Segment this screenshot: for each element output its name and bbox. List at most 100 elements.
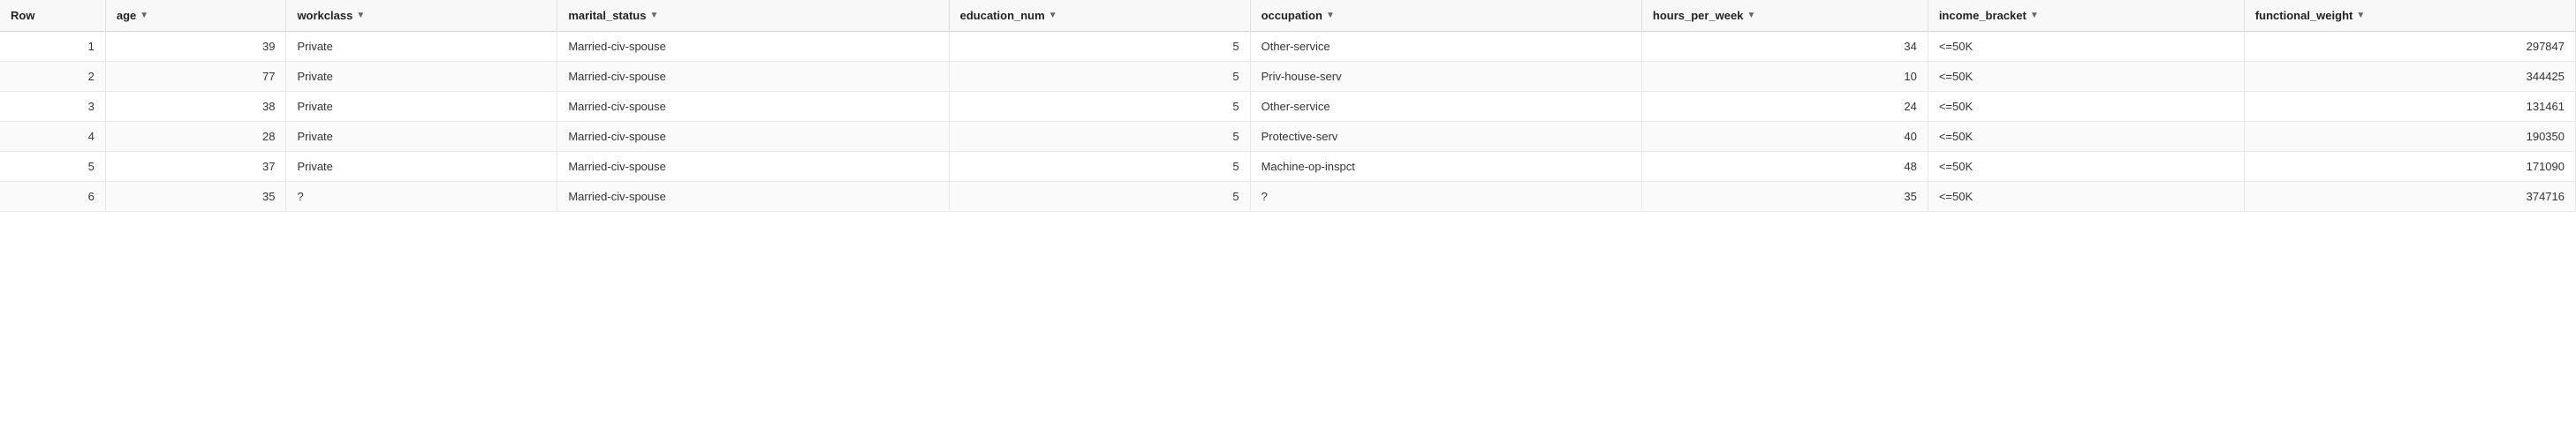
cell-marital_status: Married-civ-spouse bbox=[557, 122, 949, 152]
col-label-hours_per_week: hours_per_week bbox=[1653, 9, 1744, 22]
sort-icon-income_bracket[interactable]: ▼ bbox=[2030, 11, 2039, 20]
resize-handle-education_num[interactable] bbox=[1246, 0, 1250, 31]
col-header-age[interactable]: age ▼ bbox=[105, 0, 286, 32]
cell-occupation: Other-service bbox=[1250, 92, 1641, 122]
resize-handle-occupation[interactable] bbox=[1638, 0, 1641, 31]
cell-workclass: Private bbox=[286, 92, 557, 122]
cell-row: 2 bbox=[0, 62, 105, 92]
cell-income_bracket: <=50K bbox=[1928, 92, 2244, 122]
cell-row: 4 bbox=[0, 122, 105, 152]
sort-icon-education_num[interactable]: ▼ bbox=[1049, 11, 1057, 20]
table-row: 537PrivateMarried-civ-spouse5Machine-op-… bbox=[0, 152, 2576, 182]
cell-functional_weight: 344425 bbox=[2244, 62, 2575, 92]
col-header-marital_status[interactable]: marital_status▼ bbox=[557, 0, 949, 32]
cell-income_bracket: <=50K bbox=[1928, 152, 2244, 182]
cell-income_bracket: <=50K bbox=[1928, 122, 2244, 152]
col-label-education_num: education_num bbox=[960, 9, 1045, 22]
cell-income_bracket: <=50K bbox=[1928, 32, 2244, 62]
cell-workclass: Private bbox=[286, 152, 557, 182]
col-header-education_num[interactable]: education_num ▼ bbox=[949, 0, 1250, 32]
col-label-age: age bbox=[117, 9, 136, 22]
table-row: 428PrivateMarried-civ-spouse5Protective-… bbox=[0, 122, 2576, 152]
col-header-workclass[interactable]: workclass ▼ bbox=[286, 0, 557, 32]
cell-workclass: Private bbox=[286, 62, 557, 92]
sort-icon-marital_status[interactable]: ▼ bbox=[649, 11, 658, 20]
table-body: 139PrivateMarried-civ-spouse5Other-servi… bbox=[0, 32, 2576, 212]
cell-age: 77 bbox=[105, 62, 286, 92]
cell-income_bracket: <=50K bbox=[1928, 182, 2244, 212]
sort-icon-functional_weight[interactable]: ▼ bbox=[2356, 11, 2365, 20]
col-label-marital_status: marital_status bbox=[568, 9, 646, 22]
cell-marital_status: Married-civ-spouse bbox=[557, 62, 949, 92]
cell-education_num: 5 bbox=[949, 122, 1250, 152]
resize-handle-functional_weight[interactable] bbox=[2572, 0, 2575, 31]
cell-hours_per_week: 40 bbox=[1641, 122, 1928, 152]
cell-workclass: ? bbox=[286, 182, 557, 212]
table-row: 277PrivateMarried-civ-spouse5Priv-house-… bbox=[0, 62, 2576, 92]
cell-functional_weight: 171090 bbox=[2244, 152, 2575, 182]
col-header-functional_weight[interactable]: functional_weight▼ bbox=[2244, 0, 2575, 32]
cell-age: 39 bbox=[105, 32, 286, 62]
cell-education_num: 5 bbox=[949, 182, 1250, 212]
cell-marital_status: Married-civ-spouse bbox=[557, 182, 949, 212]
sort-icon-age[interactable]: ▼ bbox=[140, 11, 148, 20]
col-label-income_bracket: income_bracket bbox=[1939, 9, 2027, 22]
col-header-occupation[interactable]: occupation ▼ bbox=[1250, 0, 1641, 32]
cell-row: 6 bbox=[0, 182, 105, 212]
sort-icon-workclass[interactable]: ▼ bbox=[356, 11, 365, 20]
cell-education_num: 5 bbox=[949, 62, 1250, 92]
cell-workclass: Private bbox=[286, 32, 557, 62]
cell-occupation: Other-service bbox=[1250, 32, 1641, 62]
cell-age: 38 bbox=[105, 92, 286, 122]
col-header-hours_per_week[interactable]: hours_per_week▼ bbox=[1641, 0, 1928, 32]
col-label-workclass: workclass bbox=[297, 9, 352, 22]
resize-handle-hours_per_week[interactable] bbox=[1924, 0, 1928, 31]
main-table: Rowage▼workclass▼marital_status▼educatio… bbox=[0, 0, 2576, 212]
table-header: Rowage▼workclass▼marital_status▼educatio… bbox=[0, 0, 2576, 32]
resize-handle-marital_status[interactable] bbox=[945, 0, 949, 31]
table-row: 635?Married-civ-spouse5?35<=50K374716 bbox=[0, 182, 2576, 212]
col-header-income_bracket[interactable]: income_bracket▼ bbox=[1928, 0, 2244, 32]
table-row: 139PrivateMarried-civ-spouse5Other-servi… bbox=[0, 32, 2576, 62]
cell-functional_weight: 297847 bbox=[2244, 32, 2575, 62]
cell-hours_per_week: 10 bbox=[1641, 62, 1928, 92]
cell-education_num: 5 bbox=[949, 92, 1250, 122]
cell-occupation: Priv-house-serv bbox=[1250, 62, 1641, 92]
table-row: 338PrivateMarried-civ-spouse5Other-servi… bbox=[0, 92, 2576, 122]
cell-marital_status: Married-civ-spouse bbox=[557, 32, 949, 62]
cell-hours_per_week: 34 bbox=[1641, 32, 1928, 62]
cell-education_num: 5 bbox=[949, 152, 1250, 182]
resize-handle-age[interactable] bbox=[282, 0, 285, 31]
cell-hours_per_week: 24 bbox=[1641, 92, 1928, 122]
col-label-row: Row bbox=[11, 9, 34, 22]
cell-age: 35 bbox=[105, 182, 286, 212]
cell-education_num: 5 bbox=[949, 32, 1250, 62]
cell-workclass: Private bbox=[286, 122, 557, 152]
cell-income_bracket: <=50K bbox=[1928, 62, 2244, 92]
cell-functional_weight: 131461 bbox=[2244, 92, 2575, 122]
cell-age: 28 bbox=[105, 122, 286, 152]
col-label-functional_weight: functional_weight bbox=[2255, 9, 2353, 22]
cell-age: 37 bbox=[105, 152, 286, 182]
cell-row: 5 bbox=[0, 152, 105, 182]
cell-row: 3 bbox=[0, 92, 105, 122]
resize-handle-row[interactable] bbox=[102, 0, 105, 31]
cell-functional_weight: 190350 bbox=[2244, 122, 2575, 152]
sort-icon-occupation[interactable]: ▼ bbox=[1326, 11, 1335, 20]
cell-occupation: Protective-serv bbox=[1250, 122, 1641, 152]
header-row: Rowage▼workclass▼marital_status▼educatio… bbox=[0, 0, 2576, 32]
cell-occupation: ? bbox=[1250, 182, 1641, 212]
cell-marital_status: Married-civ-spouse bbox=[557, 92, 949, 122]
cell-marital_status: Married-civ-spouse bbox=[557, 152, 949, 182]
cell-hours_per_week: 35 bbox=[1641, 182, 1928, 212]
resize-handle-income_bracket[interactable] bbox=[2240, 0, 2244, 31]
cell-hours_per_week: 48 bbox=[1641, 152, 1928, 182]
col-label-occupation: occupation bbox=[1261, 9, 1322, 22]
sort-icon-hours_per_week[interactable]: ▼ bbox=[1746, 11, 1755, 20]
cell-row: 1 bbox=[0, 32, 105, 62]
col-header-row[interactable]: Row bbox=[0, 0, 105, 32]
data-table: Rowage▼workclass▼marital_status▼educatio… bbox=[0, 0, 2576, 212]
resize-handle-workclass[interactable] bbox=[553, 0, 557, 31]
cell-occupation: Machine-op-inspct bbox=[1250, 152, 1641, 182]
cell-functional_weight: 374716 bbox=[2244, 182, 2575, 212]
